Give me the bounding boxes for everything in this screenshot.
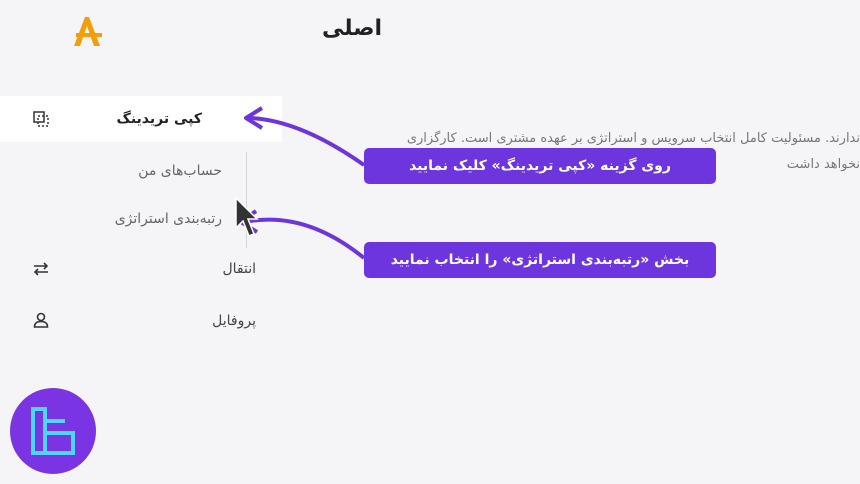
callout-select-strategy-ranking: بخش «رتبه‌بندی استراتژی» را انتخاب نمایی… bbox=[364, 242, 716, 278]
callout-click-copy-trading: روی گزینه «کپی تریدینگ» کلیک نمایید bbox=[364, 148, 716, 184]
watermark-icon bbox=[31, 407, 75, 455]
mouse-cursor-icon bbox=[235, 196, 259, 237]
watermark-logo bbox=[10, 388, 96, 474]
